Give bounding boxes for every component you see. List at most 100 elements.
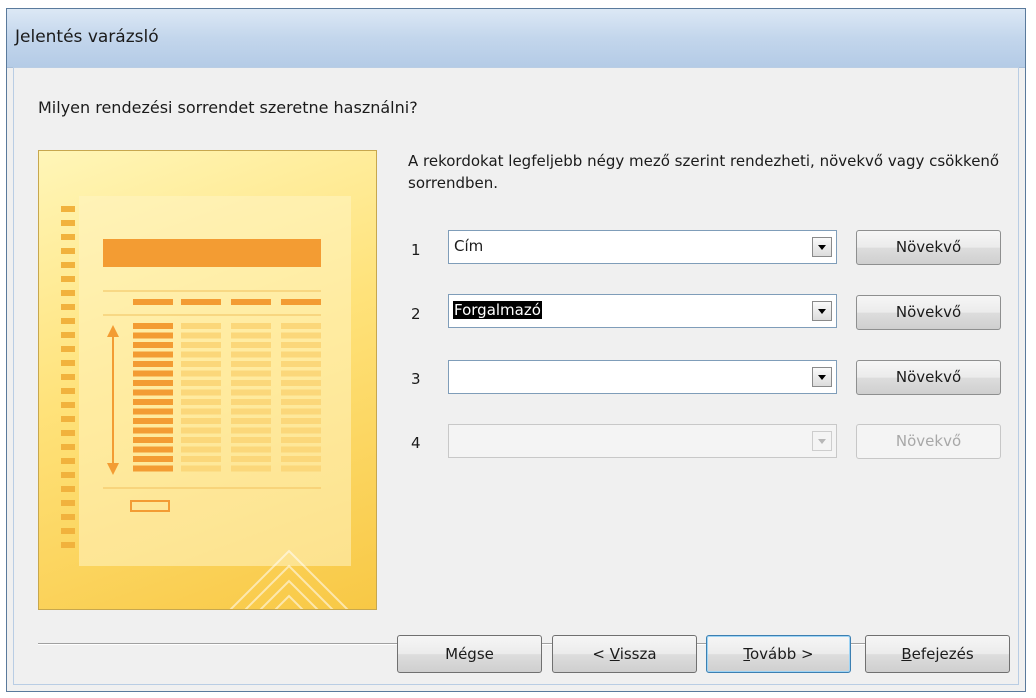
sort-field-2-value: Forgalmazó xyxy=(453,301,542,319)
sort-order-1-button[interactable]: Növekvő xyxy=(856,230,1001,265)
illustration-cell xyxy=(181,370,221,377)
illustration-cell xyxy=(281,437,321,443)
dialog-content: Milyen rendezési sorrendet szeretne hasz… xyxy=(13,67,1019,685)
back-button[interactable]: < Vissza xyxy=(552,635,697,673)
chevron-down-icon[interactable] xyxy=(812,367,832,387)
chevron-down-icon[interactable] xyxy=(812,301,832,321)
chevron-down-icon[interactable] xyxy=(812,237,832,257)
illustration-cell xyxy=(231,437,271,443)
illustration-cell xyxy=(231,389,271,396)
sort-order-2-button[interactable]: Növekvő xyxy=(856,295,1001,330)
sort-row-2-number: 2 xyxy=(411,305,421,323)
illustration-cell xyxy=(133,332,173,339)
sort-order-4-button: Növekvő xyxy=(856,424,1001,459)
sort-field-3-combobox[interactable] xyxy=(448,360,837,394)
sort-row-1-number: 1 xyxy=(411,241,421,259)
illustration-cell xyxy=(181,408,221,415)
sort-order-3-button[interactable]: Növekvő xyxy=(856,360,1001,395)
illustration-cell xyxy=(231,427,271,434)
illustration-cell xyxy=(231,456,271,462)
illustration-cell xyxy=(181,323,221,329)
illustration-cell xyxy=(181,446,221,453)
illustration-cell xyxy=(181,342,221,348)
back-button-accel: V xyxy=(609,645,620,663)
back-button-prefix: < xyxy=(592,645,610,663)
illustration-cell xyxy=(181,399,221,405)
illustration-cell xyxy=(281,408,321,415)
illustration-cell xyxy=(133,437,173,443)
illustration-cell xyxy=(281,323,321,329)
illustration-cell xyxy=(133,408,173,415)
illustration-cell xyxy=(133,361,173,367)
illustration-cell xyxy=(281,389,321,396)
next-button[interactable]: Tovább > xyxy=(706,635,851,673)
illustration-cell xyxy=(181,351,221,358)
illustration-cell xyxy=(181,380,221,386)
illustration-cell xyxy=(133,323,173,329)
illustration-cell xyxy=(181,332,221,339)
illustration-cell xyxy=(181,456,221,462)
illustration-cell xyxy=(281,370,321,377)
illustration-cell xyxy=(133,351,173,358)
info-text: A rekordokat legfeljebb négy mező szerin… xyxy=(408,152,1000,192)
illustration-cell xyxy=(281,465,321,472)
illustration-cell xyxy=(281,399,321,405)
finish-button-accel: B xyxy=(901,645,912,663)
illustration-cell xyxy=(281,342,321,348)
question-heading: Milyen rendezési sorrendet szeretne hasz… xyxy=(38,98,418,117)
illustration-cell xyxy=(133,399,173,405)
illustration-cell xyxy=(231,323,271,329)
sort-row-3-number: 3 xyxy=(411,370,421,388)
illustration-cell xyxy=(133,342,173,348)
illustration-cell xyxy=(231,446,271,453)
illustration-cell xyxy=(231,399,271,405)
illustration-cell xyxy=(231,361,271,367)
illustration-cell xyxy=(133,427,173,434)
illustration-cell xyxy=(281,351,321,358)
title-bar[interactable]: Jelentés varázsló xyxy=(7,9,1025,68)
cancel-button[interactable]: Mégse xyxy=(397,635,542,673)
illustration-cell xyxy=(281,380,321,386)
illustration-cell xyxy=(181,437,221,443)
illustration-cell xyxy=(181,465,221,472)
illustration-cell xyxy=(281,456,321,462)
chevron-down-icon xyxy=(812,431,832,451)
illustration-cell xyxy=(133,370,173,377)
illustration-cell xyxy=(133,465,173,472)
next-button-accel: T xyxy=(743,645,750,663)
illustration-cell xyxy=(133,446,173,453)
report-preview-illustration xyxy=(38,150,377,610)
illustration-cell xyxy=(231,380,271,386)
sort-field-2-combobox[interactable]: Forgalmazó xyxy=(448,294,837,328)
illustration-cell xyxy=(281,361,321,367)
illustration-cell xyxy=(231,342,271,348)
illustration-cell xyxy=(281,446,321,453)
report-wizard-dialog: Jelentés varázsló Milyen rendezési sorre… xyxy=(6,8,1026,692)
illustration-cell xyxy=(181,361,221,367)
illustration-cell xyxy=(133,389,173,396)
illustration-cell xyxy=(231,418,271,424)
report-preview-icon xyxy=(61,196,351,609)
illustration-cell xyxy=(133,380,173,386)
back-button-rest: issza xyxy=(619,645,657,663)
illustration-cell xyxy=(231,332,271,339)
illustration-cell xyxy=(181,389,221,396)
finish-button-rest: efejezés xyxy=(911,645,974,663)
finish-button[interactable]: Befejezés xyxy=(865,635,1010,673)
illustration-cell xyxy=(281,332,321,339)
sort-field-1-value: Cím xyxy=(454,237,484,255)
illustration-cell xyxy=(181,418,221,424)
illustration-cell xyxy=(133,456,173,462)
illustration-cell xyxy=(231,351,271,358)
illustration-cell xyxy=(231,408,271,415)
illustration-cell xyxy=(231,465,271,472)
illustration-cell xyxy=(133,418,173,424)
illustration-cell xyxy=(281,418,321,424)
illustration-cell xyxy=(281,427,321,434)
illustration-cell xyxy=(231,370,271,377)
sort-field-4-combobox xyxy=(448,424,837,458)
next-button-rest: ovább > xyxy=(749,645,814,663)
illustration-cell xyxy=(181,427,221,434)
window-title: Jelentés varázsló xyxy=(15,27,159,47)
sort-field-1-combobox[interactable]: Cím xyxy=(448,230,837,264)
